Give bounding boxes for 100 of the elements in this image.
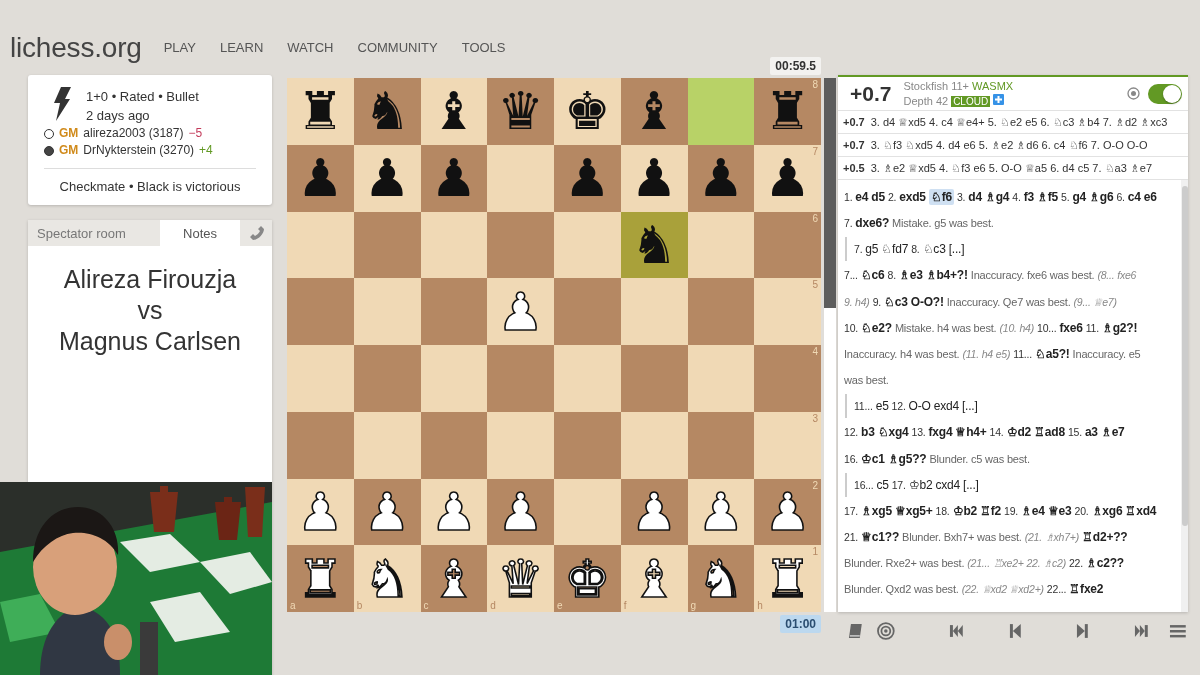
move-notation[interactable]: e5 [875,399,889,414]
board-square[interactable]: ♟ [554,144,621,212]
chess-piece[interactable]: ♟ [363,152,411,205]
move-notation[interactable]: ♘c3 [884,294,908,309]
variation-moves[interactable]: (9... ♕e7) [1073,295,1117,308]
target-icon[interactable] [1127,87,1140,100]
move-notation[interactable]: fxg4 [928,425,953,440]
chess-piece[interactable]: ♜ [764,85,811,138]
board-square[interactable] [687,78,755,145]
board-square[interactable] [420,211,488,279]
board-square[interactable] [620,411,688,479]
player-name[interactable]: DrNykterstein (3270) [83,142,195,159]
board-square[interactable] [554,211,621,279]
nav-link[interactable]: COMMUNITY [357,40,438,55]
move-notation[interactable]: ♗b4+?! [925,268,968,283]
move-notation[interactable]: ♗g2?! [1101,320,1138,335]
board-square[interactable]: ♜ [287,78,354,145]
chess-piece[interactable]: ♝ [630,85,678,138]
move-notation[interactable]: e4 [855,190,869,205]
chess-piece[interactable]: ♟ [297,152,344,205]
phone-icon[interactable] [249,225,265,241]
variation-moves[interactable]: (10. h4) [999,321,1035,334]
move-notation[interactable]: [...] [948,242,965,257]
move-notation[interactable]: ♕h4+ [955,425,987,440]
target-icon[interactable] [875,621,896,641]
board-square[interactable]: ♟ [353,144,421,212]
chess-piece[interactable]: ♜ [297,85,344,138]
variation-moves[interactable]: (21... ♖xe2+ 22. ♗c2) [967,557,1066,570]
move-notation[interactable]: ♔b2 [952,503,977,518]
board-square[interactable]: ♞ [620,211,688,279]
board-square[interactable] [420,278,488,345]
move-notation[interactable]: ♗e7 [1100,425,1125,440]
nav-link[interactable]: TOOLS [461,40,506,55]
chess-piece[interactable]: ♟ [764,152,811,205]
move-notation[interactable]: e6 [1143,190,1157,205]
move-notation[interactable]: g5 [865,242,879,257]
board-square[interactable] [687,211,755,279]
scrollbar[interactable] [1181,180,1188,612]
move-notation[interactable]: g4 [1072,190,1086,205]
move-notation[interactable]: ♗f5 [1036,190,1058,205]
site-logo[interactable]: lichess.org [10,31,142,64]
move-notation[interactable]: ♗e4 [1021,503,1045,518]
board-square[interactable] [687,345,755,412]
chess-piece[interactable]: ♟ [697,152,745,205]
board-square[interactable] [287,211,354,279]
nav-link[interactable]: WATCH [287,40,334,55]
board-square[interactable] [487,211,554,279]
move-notation[interactable]: ♗xg5 [861,503,892,518]
move-notation[interactable]: ♗g5?? [887,451,927,466]
move-notation[interactable]: exd5 [899,190,926,205]
move-notation[interactable]: O-O [908,399,931,414]
board-square[interactable]: ♟ [620,144,688,212]
plus-icon[interactable] [993,93,1005,105]
board-square[interactable] [687,411,755,479]
chess-piece[interactable]: ♟ [564,152,611,205]
engine-line[interactable]: 3. ♘f3 ♘xd5 4. d4 e6 5. ♗e2 ♗d6 6. c4 ♘f6 7. O-O O-O [870,138,1148,152]
board-square[interactable] [420,411,488,479]
move-notation[interactable]: ♘fd7 [881,242,909,257]
move-notation[interactable]: ♗g4 [984,190,1010,205]
engine-line[interactable]: 3. ♗e2 ♕xd5 4. ♘f3 e6 5. O-O ♕a5 6. d4 c5 7. ♘a3 ♗e7 [870,161,1153,175]
board-square[interactable]: ♟ [687,144,755,212]
board-square[interactable]: ♛ [487,78,554,145]
chess-piece[interactable]: ♞ [630,218,678,271]
move-notation[interactable]: ♔b2 [908,477,933,492]
board-square[interactable]: ♞ [353,78,421,145]
move-notation[interactable]: ♘xg4 [877,425,909,440]
move-notation[interactable]: ♖d2+?? [1082,529,1128,544]
move-notation[interactable]: ♗c2?? [1086,556,1124,571]
chess-piece[interactable]: ♟ [430,152,478,205]
move-notation[interactable]: ♕e3 [1047,503,1072,518]
move-notation[interactable]: ♔d2 [1006,425,1031,440]
move-notation[interactable]: ♔c1 [861,451,885,466]
variation-moves[interactable]: (22. ♕xd2 ♕xd2+) [961,583,1044,596]
move-notation[interactable]: ♖f2 [980,503,1002,518]
board-square[interactable] [687,278,755,345]
move-notation[interactable]: a3 [1084,425,1098,440]
chess-piece[interactable]: ♚ [564,85,611,138]
move-notation[interactable]: [...] [963,477,979,492]
move-notation[interactable]: c4 [1127,190,1141,205]
variation-moves[interactable]: (21. ♗xh7+) [1024,530,1080,543]
move-notation[interactable]: O-O?! [910,294,944,309]
move-notation[interactable]: ♘f6 [928,189,954,206]
board-square[interactable]: ♚ [554,78,621,145]
player-name[interactable]: alireza2003 (3187) [83,125,184,142]
chess-piece[interactable]: ♛ [497,85,544,138]
move-notation[interactable]: ♕xg5+ [894,503,933,518]
board-square[interactable]: ♝ [420,78,488,145]
move-notation[interactable]: ♘a5?! [1034,347,1070,362]
nav-link[interactable]: LEARN [219,40,264,55]
move-notation[interactable]: ♗xg6 [1091,503,1123,518]
move-notation[interactable]: cxd4 [935,477,961,492]
board-square[interactable] [353,411,421,479]
board-square[interactable] [420,345,488,412]
move-notation[interactable]: c5 [876,477,889,492]
move-notation[interactable]: ♕c1?? [861,529,899,544]
engine-line[interactable]: 3. d4 ♕xd5 4. c4 ♕e4+ 5. ♘e2 e5 6. ♘c3 ♗b4 7. ♗d2 ♗xc3 [870,115,1168,129]
move-notation[interactable]: b3 [861,425,875,440]
chess-piece[interactable]: ♟ [630,152,678,205]
move-notation[interactable]: ♘e2? [861,320,892,335]
chess-piece[interactable]: ♞ [363,85,411,138]
